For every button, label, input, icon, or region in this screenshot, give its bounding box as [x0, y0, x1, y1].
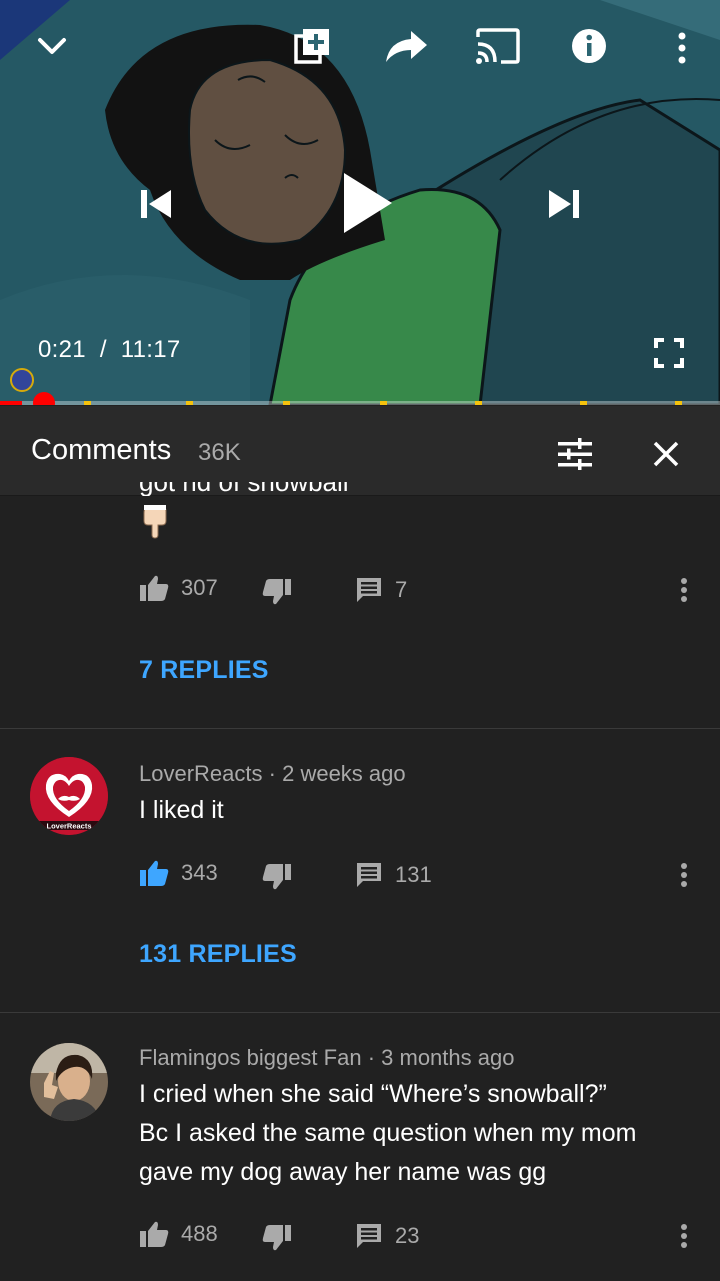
close-comments-button[interactable] — [642, 430, 690, 478]
more-vert-icon — [678, 32, 686, 64]
reply-count: 23 — [395, 1223, 420, 1248]
duration: 11:17 — [120, 336, 181, 363]
dislike-button[interactable] — [262, 863, 292, 891]
comment-icon — [357, 578, 381, 602]
previous-button[interactable] — [130, 178, 182, 230]
comment-meta: LoverReacts · 2 weeks ago — [139, 761, 406, 787]
cast-button[interactable] — [472, 22, 524, 70]
comment-actions: 307 7 — [0, 568, 720, 608]
reply-count: 7 — [395, 577, 408, 602]
thumbs-up-icon — [140, 860, 169, 886]
comment-author[interactable]: LoverReacts — [139, 761, 263, 786]
more-vert-icon — [681, 1224, 687, 1248]
sort-icon — [558, 438, 592, 470]
share-button[interactable] — [380, 22, 432, 70]
next-button[interactable] — [538, 178, 590, 230]
like-count: 343 — [181, 860, 218, 885]
comments-title: Comments — [31, 434, 172, 466]
ad-marker — [186, 401, 193, 405]
comment-age: 3 months ago — [381, 1045, 515, 1070]
pointing-down-emoji-icon — [142, 503, 168, 544]
comment-actions: 488 23 — [0, 1214, 720, 1254]
thumbs-up-icon — [140, 1221, 169, 1247]
thumbs-down-icon — [262, 579, 291, 605]
play-icon — [344, 173, 392, 233]
comment-icon — [357, 863, 381, 887]
thumbs-down-icon — [262, 1225, 291, 1251]
more-vert-icon — [681, 578, 687, 602]
view-replies-link[interactable]: 131 REPLIES — [139, 940, 297, 969]
like-button[interactable]: 488 — [139, 1220, 218, 1248]
like-button[interactable]: 307 — [139, 574, 218, 602]
comment-text: I liked it — [139, 796, 224, 824]
ad-marker — [580, 401, 587, 405]
divider — [0, 728, 720, 729]
comment-text: I cried when she said “Where’s snowball?… — [139, 1080, 637, 1186]
comment-menu-button[interactable] — [672, 855, 696, 895]
video-player[interactable]: 0:21 / 11:17 — [0, 0, 720, 405]
info-icon — [572, 29, 606, 63]
chevron-down-icon — [38, 38, 66, 54]
collapse-button[interactable] — [28, 22, 76, 70]
comments-count: 36K — [198, 439, 241, 466]
thumbs-up-icon — [140, 575, 169, 601]
reply-button[interactable]: 131 — [355, 861, 432, 889]
comments-header: Comments 36K — [0, 406, 720, 496]
close-icon — [653, 441, 679, 467]
comment-actions: 343 131 — [0, 853, 720, 893]
share-icon — [386, 31, 427, 62]
add-to-playlist-button[interactable] — [288, 22, 336, 70]
ad-marker — [283, 401, 290, 405]
ad-markers — [0, 401, 720, 405]
dislike-button[interactable] — [262, 1224, 292, 1252]
ad-marker — [380, 401, 387, 405]
dislike-button[interactable] — [262, 578, 292, 606]
ad-marker — [675, 401, 682, 405]
like-count: 488 — [181, 1221, 218, 1246]
sort-comments-button[interactable] — [551, 430, 599, 478]
fullscreen-icon — [654, 338, 684, 368]
reply-button[interactable]: 23 — [355, 1222, 419, 1250]
comment-text: got rid of snowball — [139, 482, 349, 496]
more-vert-icon — [681, 863, 687, 887]
avatar[interactable] — [30, 1043, 108, 1121]
avatar[interactable]: LoverReacts — [30, 757, 108, 835]
add-to-playlist-icon — [294, 29, 329, 64]
next-icon — [549, 190, 579, 218]
cast-icon — [476, 28, 520, 64]
ad-marker — [475, 401, 482, 405]
more-options-button[interactable] — [660, 22, 704, 74]
info-button[interactable] — [565, 22, 613, 70]
meta-separator: · — [268, 761, 283, 786]
like-button[interactable]: 343 — [139, 859, 218, 887]
comment-menu-button[interactable] — [672, 1216, 696, 1256]
previous-icon — [141, 190, 171, 218]
view-replies-link[interactable]: 7 REPLIES — [139, 656, 269, 685]
ad-marker — [84, 401, 91, 405]
fullscreen-button[interactable] — [646, 330, 692, 376]
thumbs-down-icon — [262, 864, 291, 890]
comment-author[interactable]: Flamingos biggest Fan — [139, 1045, 362, 1070]
comment-age: 2 weeks ago — [282, 761, 406, 786]
comment-menu-button[interactable] — [672, 570, 696, 610]
avatar-text: LoverReacts — [46, 822, 91, 831]
comment-meta: Flamingos biggest Fan · 3 months ago — [139, 1045, 514, 1071]
current-time: 0:21 — [38, 336, 86, 363]
reply-button[interactable]: 7 — [355, 576, 407, 604]
reply-count: 131 — [395, 862, 432, 887]
like-count: 307 — [181, 575, 218, 600]
meta-separator: · — [367, 1045, 382, 1070]
playback-time: 0:21 / 11:17 — [38, 336, 181, 364]
play-button[interactable] — [330, 165, 402, 241]
divider — [0, 1012, 720, 1013]
comment-icon — [357, 1224, 381, 1248]
time-separator: / — [92, 336, 114, 363]
